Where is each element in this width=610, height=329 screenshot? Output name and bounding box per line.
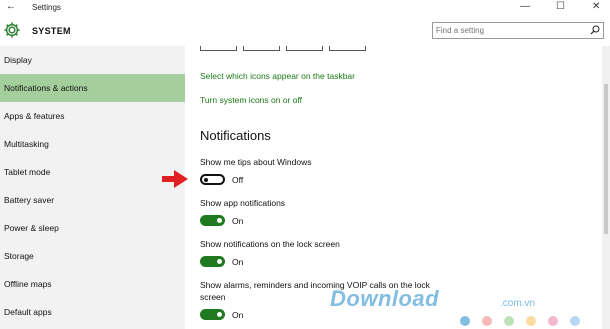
watermark-dot <box>482 316 492 326</box>
watermark-dot <box>504 316 514 326</box>
taskbar-icons-link[interactable]: Select which icons appear on the taskbar <box>200 71 355 81</box>
toggle-state: Off <box>232 175 244 185</box>
sidebar-item-label: Multitasking <box>4 139 49 149</box>
page-title: SYSTEM <box>32 26 71 36</box>
quick-action-tile[interactable] <box>243 46 280 51</box>
watermark-dot <box>526 316 536 326</box>
settings-header: SYSTEM <box>0 16 610 46</box>
quick-action-tile[interactable] <box>329 46 366 51</box>
minimize-icon[interactable]: — <box>520 1 530 12</box>
sidebar-item-display[interactable]: Display <box>0 46 185 74</box>
gear-icon <box>4 22 20 38</box>
sidebar: Display Notifications & actions Apps & f… <box>0 46 185 329</box>
lock-screen-notifications-toggle[interactable] <box>200 256 225 267</box>
watermark-dot <box>570 316 580 326</box>
scrollbar-thumb[interactable] <box>604 84 608 234</box>
setting-label-tips: Show me tips about Windows <box>200 157 312 167</box>
sidebar-item-multitasking[interactable]: Multitasking <box>0 130 185 158</box>
toggle-state: On <box>232 257 244 267</box>
sidebar-item-power-sleep[interactable]: Power & sleep <box>0 214 185 242</box>
sidebar-item-label: Battery saver <box>4 195 55 205</box>
setting-label-app-notifications: Show app notifications <box>200 198 286 208</box>
sidebar-item-tablet-mode[interactable]: Tablet mode <box>0 158 185 186</box>
alarms-voip-toggle[interactable] <box>200 309 225 320</box>
sidebar-item-default-apps[interactable]: Default apps <box>0 298 185 326</box>
watermark-dot <box>548 316 558 326</box>
section-heading: Notifications <box>200 128 271 143</box>
window-title: Settings <box>32 3 61 12</box>
close-icon[interactable]: ✕ <box>592 1 600 12</box>
quick-action-tile[interactable] <box>200 46 237 51</box>
watermark-text: Download <box>330 286 440 311</box>
quick-action-tile[interactable] <box>286 46 323 51</box>
sidebar-item-notifications-actions[interactable]: Notifications & actions <box>0 74 185 102</box>
system-icons-link[interactable]: Turn system icons on or off <box>200 95 302 105</box>
sidebar-item-battery-saver[interactable]: Battery saver <box>0 186 185 214</box>
maximize-icon[interactable]: ☐ <box>556 1 565 12</box>
sidebar-item-storage[interactable]: Storage <box>0 242 185 270</box>
scrollbar[interactable] <box>602 46 610 329</box>
title-bar: ← Settings — ☐ ✕ <box>0 0 610 16</box>
sidebar-item-label: Notifications & actions <box>4 83 88 93</box>
toggle-state: On <box>232 216 244 226</box>
sidebar-item-label: Storage <box>4 251 34 261</box>
back-arrow-icon[interactable]: ← <box>6 1 16 12</box>
search-input[interactable] <box>436 24 581 37</box>
sidebar-item-apps-features[interactable]: Apps & features <box>0 102 185 130</box>
sidebar-item-label: Offline maps <box>4 279 52 289</box>
watermark: Download .com.vn <box>330 286 595 328</box>
setting-label-lock-screen: Show notifications on the lock screen <box>200 239 340 249</box>
watermark-dot <box>460 316 470 326</box>
sidebar-item-label: Display <box>4 55 32 65</box>
toggle-state: On <box>232 310 244 320</box>
tips-toggle[interactable] <box>200 174 225 185</box>
sidebar-item-label: Default apps <box>4 307 52 317</box>
app-notifications-toggle[interactable] <box>200 215 225 226</box>
sidebar-item-offline-maps[interactable]: Offline maps <box>0 270 185 298</box>
red-arrow-icon <box>162 170 188 188</box>
sidebar-item-label: Tablet mode <box>4 167 51 177</box>
watermark-suffix: .com.vn <box>500 298 536 309</box>
sidebar-item-label: Apps & features <box>4 111 65 121</box>
search-icon[interactable] <box>590 25 600 35</box>
sidebar-item-label: Power & sleep <box>4 223 59 233</box>
search-box[interactable] <box>432 22 604 39</box>
